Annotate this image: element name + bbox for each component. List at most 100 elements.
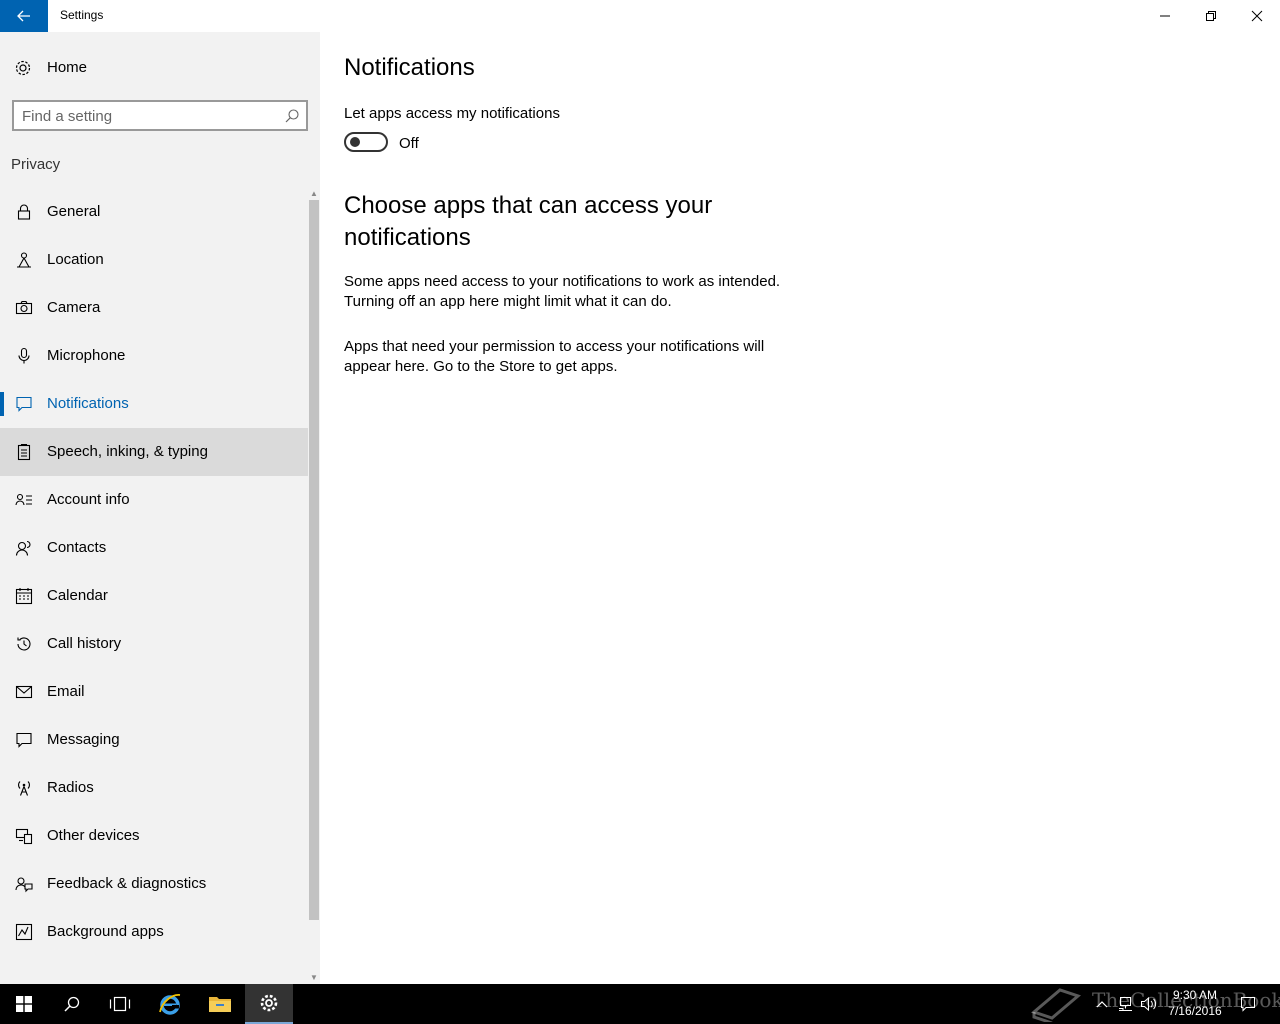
chevron-up-icon xyxy=(1096,1001,1108,1008)
clock-date: 7/16/2016 xyxy=(1168,1004,1222,1018)
gear-icon xyxy=(15,60,31,76)
page-title: Notifications xyxy=(344,54,475,81)
restore-button[interactable] xyxy=(1188,0,1234,32)
notifications-access-toggle[interactable] xyxy=(344,132,388,152)
sidebar-item-account-info[interactable]: Account info xyxy=(0,476,308,524)
sidebar-item-label: Notifications xyxy=(47,395,129,412)
gear-icon xyxy=(260,994,278,1012)
sidebar-item-label: Microphone xyxy=(47,347,126,364)
scroll-thumb[interactable] xyxy=(309,200,319,920)
scroll-up-arrow-icon[interactable]: ▲ xyxy=(308,188,320,200)
sidebar-item-background-apps[interactable]: Background apps xyxy=(0,908,308,956)
minimize-button[interactable] xyxy=(1142,0,1188,32)
sidebar-item-label: Speech, inking, & typing xyxy=(47,443,208,460)
store-info-text: Apps that need your permission to access… xyxy=(344,338,765,375)
task-view-button[interactable] xyxy=(96,984,144,1024)
sidebar-item-email[interactable]: Email xyxy=(0,668,308,716)
sidebar-item-label: Account info xyxy=(47,491,130,508)
location-icon xyxy=(17,252,31,268)
sidebar-item-other-devices[interactable]: Other devices xyxy=(0,812,308,860)
title-bar: Settings xyxy=(0,0,1280,32)
taskbar-clock[interactable]: 9:30 AM 7/16/2016 xyxy=(1160,987,1230,1019)
sidebar-item-camera[interactable]: Camera xyxy=(0,284,308,332)
sidebar-item-label: Feedback & diagnostics xyxy=(47,875,207,892)
search-icon xyxy=(64,996,80,1012)
close-button[interactable] xyxy=(1234,0,1280,32)
sidebar-home[interactable]: Home xyxy=(0,48,308,88)
start-button[interactable] xyxy=(0,984,48,1024)
search-box[interactable] xyxy=(12,100,308,131)
sidebar-item-label: Calendar xyxy=(47,587,108,604)
action-center-button[interactable] xyxy=(1234,984,1262,1024)
calendar-icon xyxy=(15,588,33,605)
sidebar-item-label: Call history xyxy=(47,635,122,652)
devices-icon xyxy=(15,828,33,845)
search-input[interactable] xyxy=(22,107,272,125)
action-center-icon xyxy=(1241,997,1255,1012)
sidebar-item-microphone[interactable]: Microphone xyxy=(0,332,308,380)
clipboard-icon xyxy=(17,443,31,461)
sidebar-item-speech-inking-typing[interactable]: Speech, inking, & typing xyxy=(0,428,308,476)
windows-logo-icon xyxy=(16,996,32,1012)
sidebar-item-call-history[interactable]: Call history xyxy=(0,620,308,668)
sidebar-item-label: Other devices xyxy=(47,827,140,844)
show-hidden-icons-button[interactable] xyxy=(1092,984,1112,1024)
scroll-down-arrow-icon[interactable]: ▼ xyxy=(308,972,320,984)
volume-icon xyxy=(1141,996,1157,1012)
task-view-icon xyxy=(109,996,131,1012)
sidebar-item-radios[interactable]: Radios xyxy=(0,764,308,812)
section-title: Choose apps that can access your notific… xyxy=(344,192,713,251)
sidebar-item-calendar[interactable]: Calendar xyxy=(0,572,308,620)
sidebar-item-label: Messaging xyxy=(47,731,120,748)
internet-explorer-button[interactable] xyxy=(146,984,194,1024)
file-explorer-button[interactable] xyxy=(196,984,244,1024)
taskbar: TheCollectionBook 9:30 AM 7/16/2016 xyxy=(0,984,1280,1024)
minimize-icon xyxy=(1160,15,1170,17)
mail-icon xyxy=(15,685,33,699)
sidebar-item-label: General xyxy=(47,203,101,220)
sidebar-item-messaging[interactable]: Messaging xyxy=(0,716,308,764)
sidebar-item-feedback-diagnostics[interactable]: Feedback & diagnostics xyxy=(0,860,308,908)
sidebar-item-label: Email xyxy=(47,683,85,700)
settings-taskbar-button[interactable] xyxy=(245,984,293,1024)
sidebar: Home Privacy General Location Camera Mic… xyxy=(0,32,320,984)
contacts-icon xyxy=(15,540,31,556)
sidebar-item-general[interactable]: General xyxy=(0,188,308,236)
camera-icon xyxy=(15,300,33,315)
back-button[interactable] xyxy=(0,0,48,32)
toggle-knob xyxy=(350,137,360,147)
network-icon xyxy=(1119,997,1132,1011)
group-label-privacy: Privacy xyxy=(11,156,61,173)
clock-time: 9:30 AM xyxy=(1172,988,1218,1002)
feedback-icon xyxy=(15,877,33,893)
radio-tower-icon xyxy=(18,781,30,796)
window-title: Settings xyxy=(60,8,104,22)
restore-icon xyxy=(1206,11,1216,21)
description-text: Some apps need access to your notificati… xyxy=(344,273,781,310)
sidebar-item-label: Contacts xyxy=(47,539,107,556)
microphone-icon xyxy=(18,347,30,364)
sidebar-item-location[interactable]: Location xyxy=(0,236,308,284)
privacy-nav-list: General Location Camera Microphone Notif… xyxy=(0,188,308,956)
book-watermark-icon xyxy=(1030,988,1082,1022)
sidebar-item-notifications[interactable]: Notifications xyxy=(0,380,308,428)
toggle-state-text: Off xyxy=(399,135,419,152)
close-icon xyxy=(1251,10,1263,22)
sidebar-item-label: Radios xyxy=(47,779,94,796)
sidebar-item-label: Camera xyxy=(47,299,101,316)
back-arrow-icon xyxy=(17,10,30,22)
message-icon xyxy=(16,732,32,748)
lock-icon xyxy=(17,204,31,220)
sidebar-home-label: Home xyxy=(47,59,88,76)
sidebar-scrollbar[interactable]: ▲ ▼ xyxy=(308,188,320,984)
history-icon xyxy=(17,637,31,651)
account-card-icon xyxy=(15,493,32,506)
sidebar-item-label: Location xyxy=(47,251,104,268)
taskbar-search-button[interactable] xyxy=(48,984,96,1024)
internet-explorer-icon xyxy=(159,994,181,1015)
search-icon[interactable] xyxy=(284,108,300,124)
volume-button[interactable] xyxy=(1138,984,1160,1024)
network-button[interactable] xyxy=(1114,984,1136,1024)
folder-icon xyxy=(209,997,231,1012)
sidebar-item-contacts[interactable]: Contacts xyxy=(0,524,308,572)
